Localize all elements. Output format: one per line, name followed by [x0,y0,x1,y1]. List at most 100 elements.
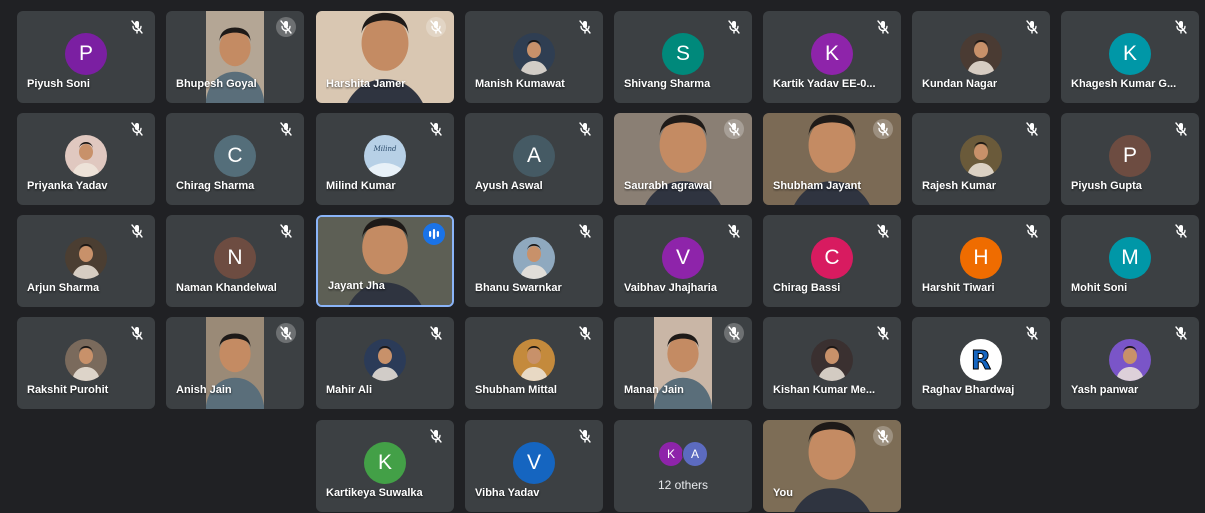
participant-tile-shubham-mittal[interactable]: Shubham Mittal [465,317,603,409]
participant-name: Bhupesh Goyal [176,78,257,90]
mic-off-icon [426,17,446,37]
others-tile[interactable]: K A 12 others [614,420,752,512]
participant-tile-naman-khandelwal[interactable]: N Naman Khandelwal [166,215,304,307]
participant-tile-bhupesh-goyal[interactable]: Bhupesh Goyal [166,11,304,103]
mic-off-icon [724,323,744,343]
participant-tile-manan-jain[interactable]: Manan Jain [614,317,752,409]
participant-tile-rakshit-purohit[interactable]: Rakshit Purohit [17,317,155,409]
avatar-initial: N [214,237,256,279]
participant-name: Manan Jain [624,384,684,396]
avatar-initial: M [1109,237,1151,279]
participant-tile-arjun-sharma[interactable]: Arjun Sharma [17,215,155,307]
avatar-photo [960,135,1002,177]
participant-tile-jayant-jha[interactable]: Jayant Jha [316,215,454,307]
participant-tile-chirag-sharma[interactable]: C Chirag Sharma [166,113,304,205]
participant-tile-harshit-tiwari[interactable]: H Harshit Tiwari [912,215,1050,307]
participant-name: Manish Kumawat [475,78,565,90]
participant-tile-shubham-jayant[interactable]: Shubham Jayant [763,113,901,205]
participant-tile-kundan-nagar[interactable]: Kundan Nagar [912,11,1050,103]
participant-name: Vibha Yadav [475,487,540,499]
participant-tile-chirag-bassi[interactable]: C Chirag Bassi [763,215,901,307]
mic-off-icon [1171,119,1191,139]
mic-off-icon [127,323,147,343]
participant-name: Mahir Ali [326,384,373,396]
participant-name: Naman Khandelwal [176,282,277,294]
participant-tile-saurabh-agrawal[interactable]: Saurabh agrawal [614,113,752,205]
mic-off-icon [873,221,893,241]
participant-tile-bhanu-swarnkar[interactable]: Bhanu Swarnkar [465,215,603,307]
avatar-photo [513,237,555,279]
participant-tile-vaibhav-jhajharia[interactable]: V Vaibhav Jhajharia [614,215,752,307]
others-avatar-stack: KA [658,441,718,467]
svg-text:R: R [971,346,991,376]
mic-off-icon [873,17,893,37]
participant-tile-priyanka-yadav[interactable]: Priyanka Yadav [17,113,155,205]
avatar-photo [65,237,107,279]
avatar-photo [65,339,107,381]
avatar-photo [513,33,555,75]
participant-name: Vaibhav Jhajharia [624,282,717,294]
participant-tile-piyush-gupta[interactable]: P Piyush Gupta [1061,113,1199,205]
participant-name: Yash panwar [1071,384,1139,396]
participant-tile-kishan-kumar-me[interactable]: Kishan Kumar Me... [763,317,901,409]
participant-name: Piyush Gupta [1071,180,1142,192]
participant-name: Saurabh agrawal [624,180,713,192]
participant-name: Kishan Kumar Me... [773,384,876,396]
participant-tile-rajesh-kumar[interactable]: Rajesh Kumar [912,113,1050,205]
participant-name: Anish Jain [176,384,232,396]
mic-off-icon [724,119,744,139]
participant-tile-mohit-soni[interactable]: M Mohit Soni [1061,215,1199,307]
participant-tile-harshita-jamer[interactable]: Harshita Jamer [316,11,454,103]
avatar-initial: V [662,237,704,279]
others-count: 12 others [657,478,709,492]
mic-off-icon [426,119,446,139]
avatar-photo [513,339,555,381]
avatar-photo: R [960,339,1002,381]
mic-off-icon [873,426,893,446]
participant-tile-ayush-aswal[interactable]: A Ayush Aswal [465,113,603,205]
avatar-initial: C [811,237,853,279]
participant-name: Arjun Sharma [27,282,100,294]
avatar-initial: P [1109,135,1151,177]
participant-tile-kartik-yadav-ee-0[interactable]: K Kartik Yadav EE-0... [763,11,901,103]
participant-name: Jayant Jha [328,280,385,292]
participant-tile-milind-kumar[interactable]: Milind Milind Kumar [316,113,454,205]
participant-tile-shivang-sharma[interactable]: S Shivang Sharma [614,11,752,103]
avatar-initial: K [364,442,406,484]
participant-tile-piyush-soni[interactable]: P Piyush Soni [17,11,155,103]
others-avatar: A [682,441,708,467]
mic-off-icon [873,323,893,343]
participant-tile-yash-panwar[interactable]: Yash panwar [1061,317,1199,409]
avatar-initial: P [65,33,107,75]
participant-tile-manish-kumawat[interactable]: Manish Kumawat [465,11,603,103]
participant-tile-anish-jain[interactable]: Anish Jain [166,317,304,409]
participant-tile-mahir-ali[interactable]: Mahir Ali [316,317,454,409]
participant-name: Shubham Mittal [475,384,557,396]
participant-tile-kartikeya-suwalka[interactable]: K Kartikeya Suwalka [316,420,454,512]
avatar-photo [960,33,1002,75]
mic-off-icon [575,426,595,446]
mic-off-icon [127,17,147,37]
avatar-initial: H [960,237,1002,279]
mic-off-icon [873,119,893,139]
participant-tile-vibha-yadav[interactable]: V Vibha Yadav [465,420,603,512]
avatar-initial: A [513,135,555,177]
participant-tile-khagesh-kumar-g[interactable]: K Khagesh Kumar G... [1061,11,1199,103]
participant-name: Chirag Sharma [176,180,255,192]
mic-off-icon [575,323,595,343]
participant-tile-raghav-bhardwaj[interactable]: R Raghav Bhardwaj [912,317,1050,409]
svg-text:Milind: Milind [373,145,397,153]
avatar-initial: V [513,442,555,484]
participant-name: Kundan Nagar [922,78,998,90]
participant-name: Harshit Tiwari [922,282,995,294]
mic-off-icon [1171,221,1191,241]
speaking-indicator-icon [423,223,445,245]
mic-off-icon [276,323,296,343]
participant-tile-you[interactable]: You [763,420,901,512]
participant-grid: P Piyush Soni Bhupesh Goyal Harshita Jamer M… [0,0,1205,513]
mic-off-icon [575,221,595,241]
participant-name: You [773,487,793,499]
mic-off-icon [276,119,296,139]
others-avatar: K [658,441,684,467]
participant-name: Milind Kumar [326,180,396,192]
